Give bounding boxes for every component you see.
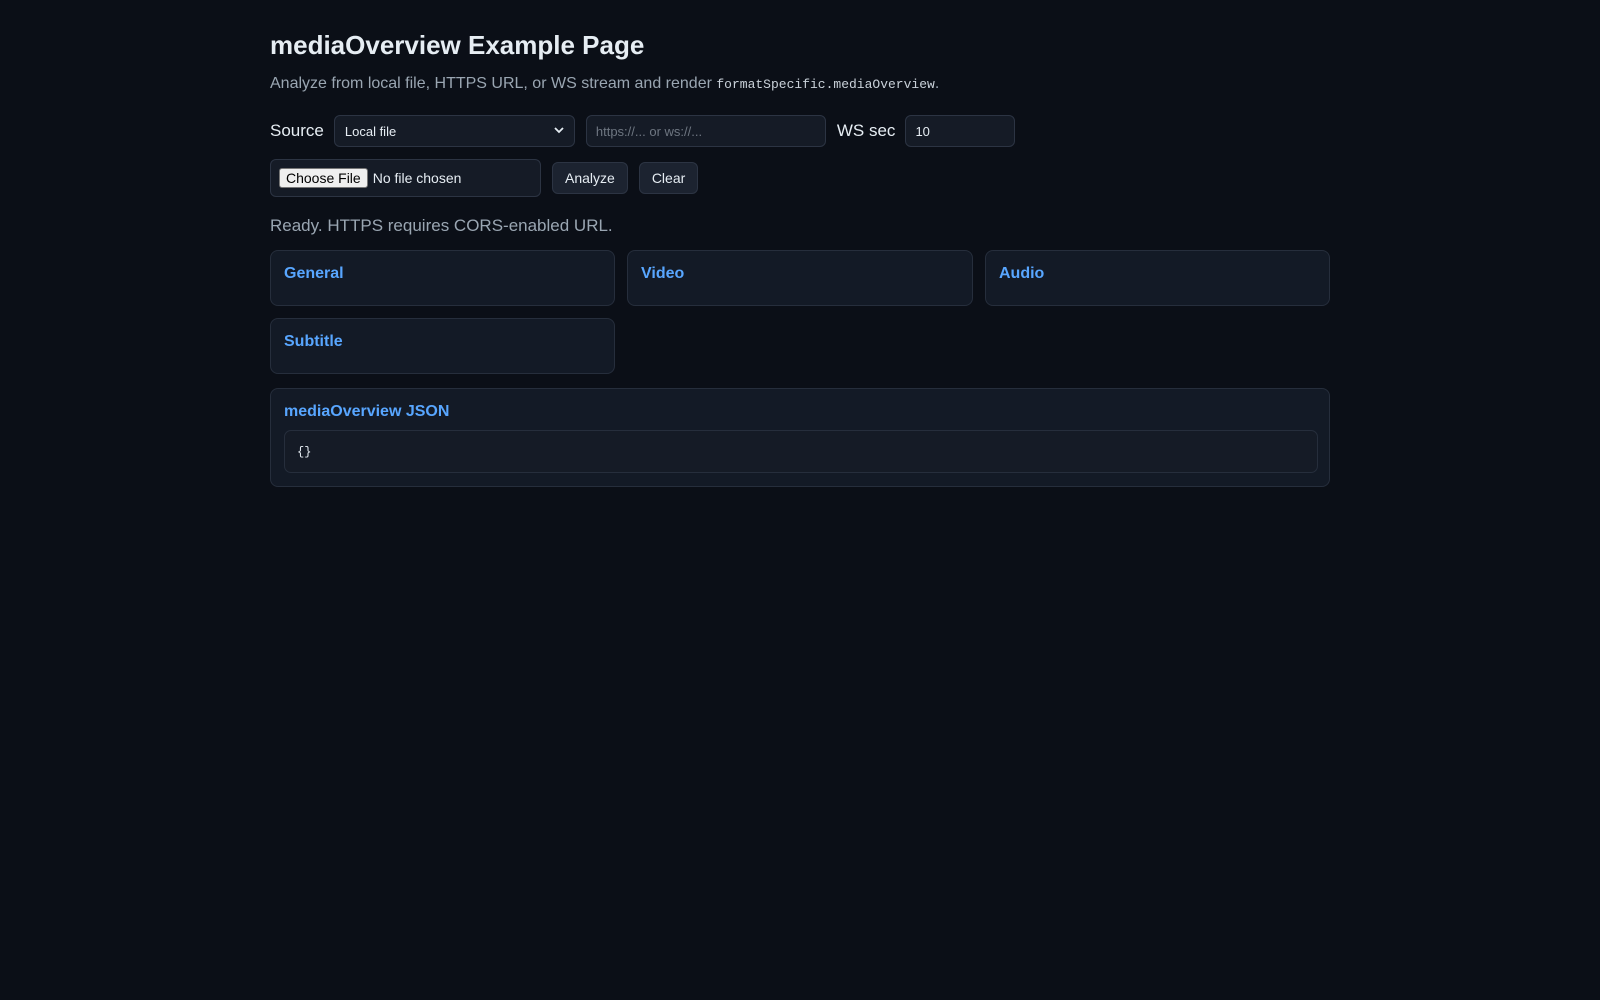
json-title: mediaOverview JSON xyxy=(284,403,450,420)
choose-file-button[interactable]: Choose File xyxy=(279,168,368,188)
ws-sec-value: 10 xyxy=(915,123,930,139)
url-placeholder: https://... or ws://... xyxy=(595,123,703,139)
json-output: {} xyxy=(284,430,1318,473)
status-text: Ready. HTTPS requires CORS-enabled URL. xyxy=(270,216,613,235)
general-title: General xyxy=(284,265,344,282)
general-card: General xyxy=(270,250,615,306)
source-selected-value: Local file xyxy=(344,123,397,139)
url-input[interactable]: https://... or ws://... xyxy=(585,115,826,147)
file-status: No file chosen xyxy=(372,170,462,186)
video-title: Video xyxy=(641,265,685,282)
video-card: Video xyxy=(627,250,973,306)
page-title: mediaOverview Example Page xyxy=(270,30,645,60)
audio-card: Audio xyxy=(985,250,1330,306)
chevron-down-icon xyxy=(554,125,564,137)
subtitle-end: . xyxy=(934,75,940,92)
source-row: Source Local file https://... or ws://..… xyxy=(270,114,1016,148)
subtitle-text: Analyze from local file, HTTPS URL, or W… xyxy=(270,75,717,92)
json-card: mediaOverview JSON {} xyxy=(270,388,1330,487)
audio-title: Audio xyxy=(999,265,1045,282)
action-row: Choose File No file chosen Analyze Clear xyxy=(270,158,709,198)
subtitle-card: Subtitle xyxy=(270,318,615,374)
source-select[interactable]: Local file xyxy=(333,115,575,147)
analyze-button[interactable]: Analyze xyxy=(552,162,628,194)
page-subtitle: Analyze from local file, HTTPS URL, or W… xyxy=(270,75,939,93)
subtitle-title: Subtitle xyxy=(284,333,343,350)
source-label: Source xyxy=(270,121,324,140)
file-input[interactable]: Choose File No file chosen xyxy=(270,159,541,197)
clear-button[interactable]: Clear xyxy=(638,162,699,194)
subtitle-code: formatSpecific.mediaOverview xyxy=(716,77,935,92)
ws-sec-label: WS sec xyxy=(836,121,896,140)
ws-sec-input[interactable]: 10 xyxy=(905,115,1016,147)
